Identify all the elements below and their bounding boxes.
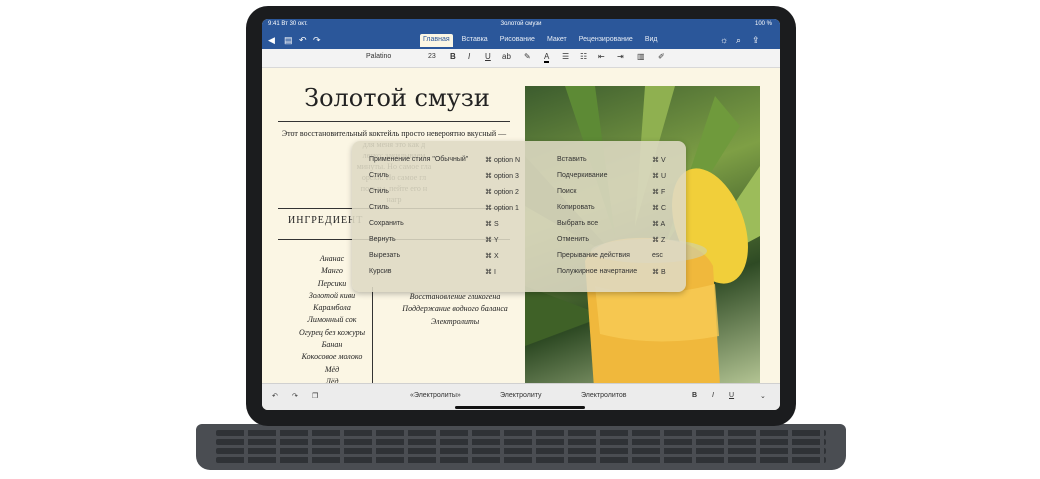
column-divider: [372, 287, 373, 387]
home-indicator: [455, 406, 585, 409]
strikethrough-icon[interactable]: ab: [502, 52, 511, 61]
shortcut-key: ⌘ A: [652, 221, 666, 228]
bold-button[interactable]: B: [692, 392, 697, 399]
ribbon-tabs: Главная Вставка Рисование Макет Рецензир…: [420, 34, 661, 47]
styles-icon[interactable]: ▥: [637, 52, 645, 61]
file-icon[interactable]: ▤: [284, 34, 293, 46]
bullets-icon[interactable]: ☰: [562, 52, 569, 61]
back-icon[interactable]: ◀: [268, 34, 275, 46]
key-row: [216, 430, 826, 436]
shortcut-key: esc: [652, 252, 663, 259]
smart-keyboard: [196, 424, 846, 470]
tab-layout[interactable]: Макет: [544, 34, 570, 47]
shortcut-label: Применение стиля "Обычный": [369, 156, 469, 163]
shortcut-label: Копировать: [557, 204, 595, 211]
shortcut-label: Отменить: [557, 236, 589, 243]
undo-icon[interactable]: ↶: [299, 34, 307, 46]
tab-draw[interactable]: Рисование: [497, 34, 538, 47]
shortcut-label: Выбрать все: [557, 220, 599, 227]
predictive-suggestion[interactable]: Электролиту: [500, 392, 542, 399]
shortcut-key: ⌘ option 3: [485, 173, 519, 180]
list-item: Банан: [321, 340, 343, 350]
shortcut-key: ⌘ Y: [485, 237, 499, 244]
shortcut-key: ⌘ S: [485, 221, 499, 228]
shortcut-label: Стиль: [369, 172, 389, 179]
shortcut-key: ⌘ U: [652, 173, 666, 180]
list-item: Кокосовое молоко: [301, 352, 363, 362]
shortcut-label: Сохранить: [369, 220, 404, 227]
underline-button[interactable]: U: [485, 52, 491, 61]
predictive-suggestion[interactable]: Электролитов: [581, 392, 627, 399]
indent-icon[interactable]: ⇥: [617, 52, 624, 61]
shortcut-label: Вырезать: [369, 252, 401, 259]
document-name: Золотой смузи: [500, 21, 542, 27]
tab-insert[interactable]: Вставка: [459, 34, 491, 47]
underline-button[interactable]: U: [729, 392, 734, 399]
share-icon[interactable]: ⇪: [752, 34, 760, 46]
key-row: [216, 448, 826, 454]
list-item: Электролиты: [430, 316, 480, 326]
shortcut-key: ⌘ option N: [485, 157, 521, 164]
shortcut-key: ⌘ I: [485, 269, 496, 276]
chevron-down-icon[interactable]: ⌄: [760, 392, 766, 400]
font-color-icon[interactable]: A: [544, 52, 550, 63]
tab-home[interactable]: Главная: [420, 34, 453, 47]
shortcut-bar: ↶ ↷ ❐ «Электролиты» Электролиту Электрол…: [262, 383, 780, 410]
shortcut-key: ⌘ option 2: [485, 189, 519, 196]
shortcut-label: Подчеркивание: [557, 172, 608, 179]
shortcut-key: ⌘ option 1: [485, 205, 519, 212]
key-row: [216, 439, 826, 445]
shortcut-label: Вставить: [557, 156, 587, 163]
predictive-suggestion[interactable]: «Электролиты»: [410, 392, 461, 399]
italic-button[interactable]: I: [468, 52, 470, 61]
highlight-icon[interactable]: ✎: [524, 52, 531, 61]
draw-pen-icon[interactable]: ✐: [658, 52, 665, 61]
shortcut-key: ⌘ F: [652, 189, 666, 196]
ribbon: ◀ ▤ ↶ ↷ Главная Вставка Рисование Макет …: [262, 31, 780, 49]
shortcut-label: Стиль: [369, 188, 389, 195]
key-row: [216, 457, 826, 463]
list-item: Мёд: [324, 364, 340, 374]
list-item: Восстановление гликогена: [409, 292, 501, 301]
divider: [278, 121, 510, 122]
undo-icon[interactable]: ↶: [272, 392, 278, 400]
shortcut-label: Курсив: [369, 268, 392, 275]
list-item: Огурец без кожуры: [298, 327, 366, 337]
benefits-list: Восстановление гликогена Поддержание вод…: [380, 291, 530, 328]
keyboard-shortcuts-overlay: Применение стиля "Обычный" ⌘ option N Ст…: [352, 141, 686, 292]
status-bar: 9:41 Вт 30 окт. Золотой смузи 100 %: [262, 19, 780, 31]
tab-view[interactable]: Вид: [642, 34, 661, 47]
shortcut-label: Вернуть: [369, 236, 396, 243]
shortcut-key: ⌘ Z: [652, 237, 666, 244]
intro-line: Этот восстановительный коктейль просто н…: [281, 129, 507, 138]
shortcut-label: Полужирное начертание: [557, 268, 638, 275]
formatting-toolbar: Palatino 23 B I U ab ✎ A ☰ ☷ ⇤ ⇥ ▥ ✐: [262, 49, 780, 68]
shortcut-label: Поиск: [557, 188, 577, 195]
font-selector[interactable]: Palatino: [366, 53, 391, 60]
redo-icon[interactable]: ↷: [292, 392, 298, 400]
shortcut-key: ⌘ C: [652, 205, 666, 212]
list-item: Лимонный сок: [307, 315, 357, 325]
search-icon[interactable]: ⌕: [736, 34, 741, 46]
italic-button[interactable]: I: [712, 392, 714, 399]
list-item: Поддержание водного баланса: [402, 304, 508, 314]
word-app-screen: 9:41 Вт 30 окт. Золотой смузи 100 % ◀ ▤ …: [262, 19, 780, 410]
tab-review[interactable]: Рецензирование: [576, 34, 636, 47]
outdent-icon[interactable]: ⇤: [598, 52, 605, 61]
redo-icon[interactable]: ↷: [313, 34, 321, 46]
shortcut-key: ⌘ X: [485, 253, 499, 260]
paste-icon[interactable]: ❐: [312, 392, 318, 400]
lightbulb-icon[interactable]: ☼: [720, 34, 728, 46]
battery-indicator: 100 %: [754, 21, 772, 27]
shortcut-label: Прерывание действия: [557, 252, 630, 259]
bold-button[interactable]: B: [450, 52, 456, 61]
document-title: Золотой смузи: [304, 84, 490, 112]
font-size-selector[interactable]: 23: [428, 53, 436, 60]
list-item: Карамбола: [313, 303, 351, 313]
numbering-icon[interactable]: ☷: [580, 52, 587, 61]
shortcut-key: ⌘ B: [652, 269, 666, 276]
shortcut-label: Стиль: [369, 204, 389, 211]
shortcut-key: ⌘ V: [652, 157, 666, 164]
